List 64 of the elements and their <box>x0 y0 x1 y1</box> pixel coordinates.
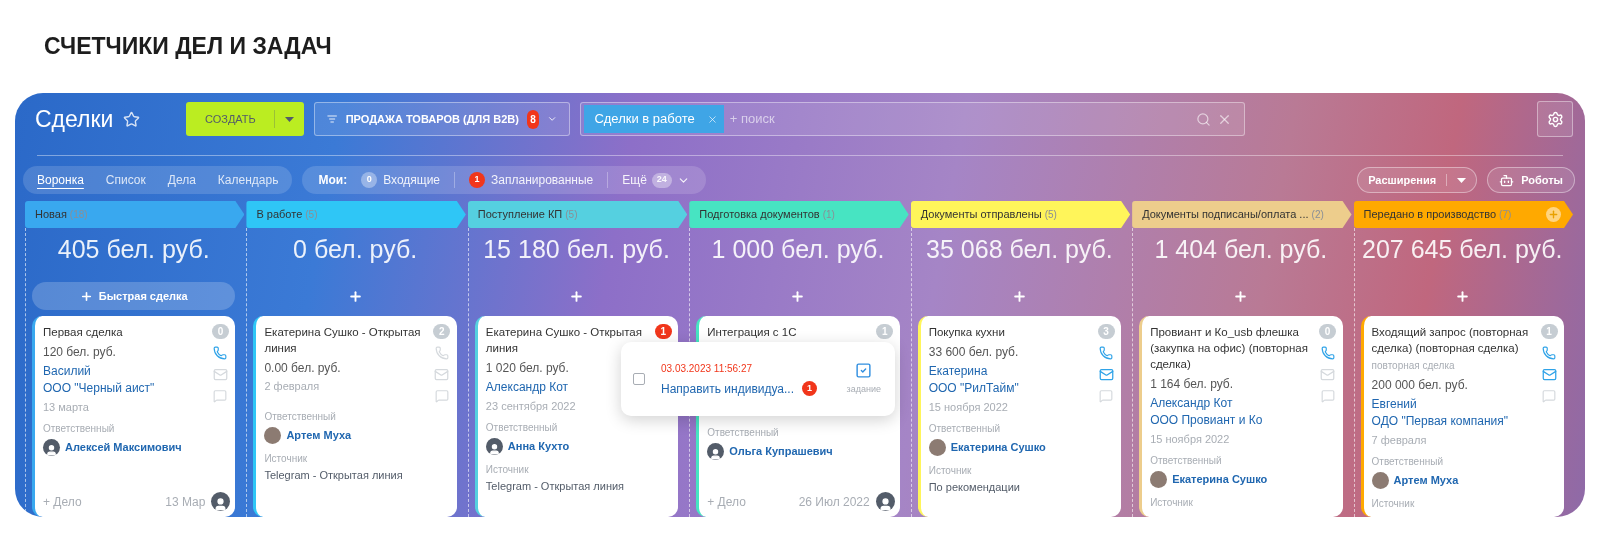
stage-name: Поступление КП <box>477 207 563 223</box>
deal-amount: 200 000 бел. руб. <box>1371 377 1469 393</box>
deal-subtitle: повторная сделка <box>1371 359 1456 373</box>
stage-name: Новая <box>35 207 67 223</box>
counter-badge: 0 <box>361 172 378 188</box>
deal-date: 13 марта <box>43 400 90 415</box>
stage-sum: 1 000 бел. руб. <box>710 234 886 266</box>
activity-date: 13 Мар <box>165 493 206 511</box>
deal-date: 15 ноября 2022 <box>1150 432 1231 447</box>
source-label: Источник <box>1371 497 1416 510</box>
source-label: Источник <box>485 463 530 476</box>
source-label: Источник <box>928 464 973 477</box>
stage-name: Документы отправлены <box>920 207 1042 223</box>
responsible-label: Ответственный <box>43 422 116 435</box>
deal-amount: 120 бел. руб. <box>43 344 117 360</box>
stage-name: В работе <box>256 207 303 223</box>
source-value: По рекомендации <box>928 480 1021 495</box>
responsible-label: Ответственный <box>264 410 337 423</box>
stage-name: Документы подписаны/оплата ... <box>1142 207 1309 223</box>
responsible-label: Ответственный <box>1371 455 1444 468</box>
deal-amount: 1 164 бел. руб. <box>1150 376 1235 392</box>
responsible-label: Ответственный <box>707 426 780 439</box>
stage-sum: 1 404 бел. руб. <box>1153 234 1329 266</box>
stage-count: (1) <box>822 208 835 222</box>
activity-counter: 2 <box>433 324 451 339</box>
responsible-label: Ответственный <box>485 421 559 434</box>
stage-count: (5) <box>305 208 318 222</box>
stage-count: (5) <box>1044 208 1057 222</box>
activity-counter: 1 <box>654 324 672 339</box>
source-value: Telegram - Открытая линия <box>264 468 404 483</box>
pipeline-count-badge: 8 <box>526 109 540 129</box>
stage-name: Передано в производство <box>1363 207 1497 223</box>
task-count-badge: 1 <box>802 381 817 396</box>
stage-sum: 405 бел. руб. <box>56 234 211 266</box>
responsible-label: Ответственный <box>928 422 1002 435</box>
deal-date: 2 февраля <box>264 379 321 394</box>
stage-count: (5) <box>565 208 578 222</box>
source-label: Источник <box>264 452 309 465</box>
counter-badge: 1 <box>469 172 486 188</box>
stage-sum: 207 645 бел. руб. <box>1361 234 1564 266</box>
deal-date: 23 сентября 2022 <box>485 399 577 414</box>
deal-amount: 0.00 бел. руб. <box>264 360 342 376</box>
deal-date: 7 февраля <box>1371 433 1428 448</box>
stage-count: (2) <box>1311 208 1324 222</box>
stage-name: Подготовка документов <box>699 207 820 223</box>
task-type-label: задание <box>846 382 881 396</box>
source-label: Источник <box>1150 496 1194 509</box>
stage-sum: 15 180 бел. руб. <box>482 234 671 266</box>
stage-sum: 0 бел. руб. <box>292 234 419 266</box>
deal-amount: 33 600 бел. руб. <box>928 344 1020 360</box>
stage-count: (7) <box>1499 208 1512 222</box>
responsible-label: Ответственный <box>1150 454 1223 467</box>
counters-label: Мои: <box>318 172 348 189</box>
page-heading: СЧЕТЧИКИ ДЕЛ И ЗАДАЧ <box>43 32 333 61</box>
activity-date: 26 Июл 2022 <box>798 493 870 511</box>
activity-counter: 1 <box>876 324 894 339</box>
source-value: Telegram - Открытая линия <box>485 479 626 494</box>
activity-counter: 3 <box>1097 324 1115 339</box>
deal-date: 15 ноября 2022 <box>928 400 1009 415</box>
stage-count: (18) <box>69 208 88 222</box>
activity-counter: 1 <box>1540 324 1558 339</box>
stage-sum: 35 068 бел. руб. <box>925 234 1114 266</box>
deal-amount: 1 020 бел. руб. <box>485 360 570 376</box>
page-title: Сделки <box>35 104 114 134</box>
